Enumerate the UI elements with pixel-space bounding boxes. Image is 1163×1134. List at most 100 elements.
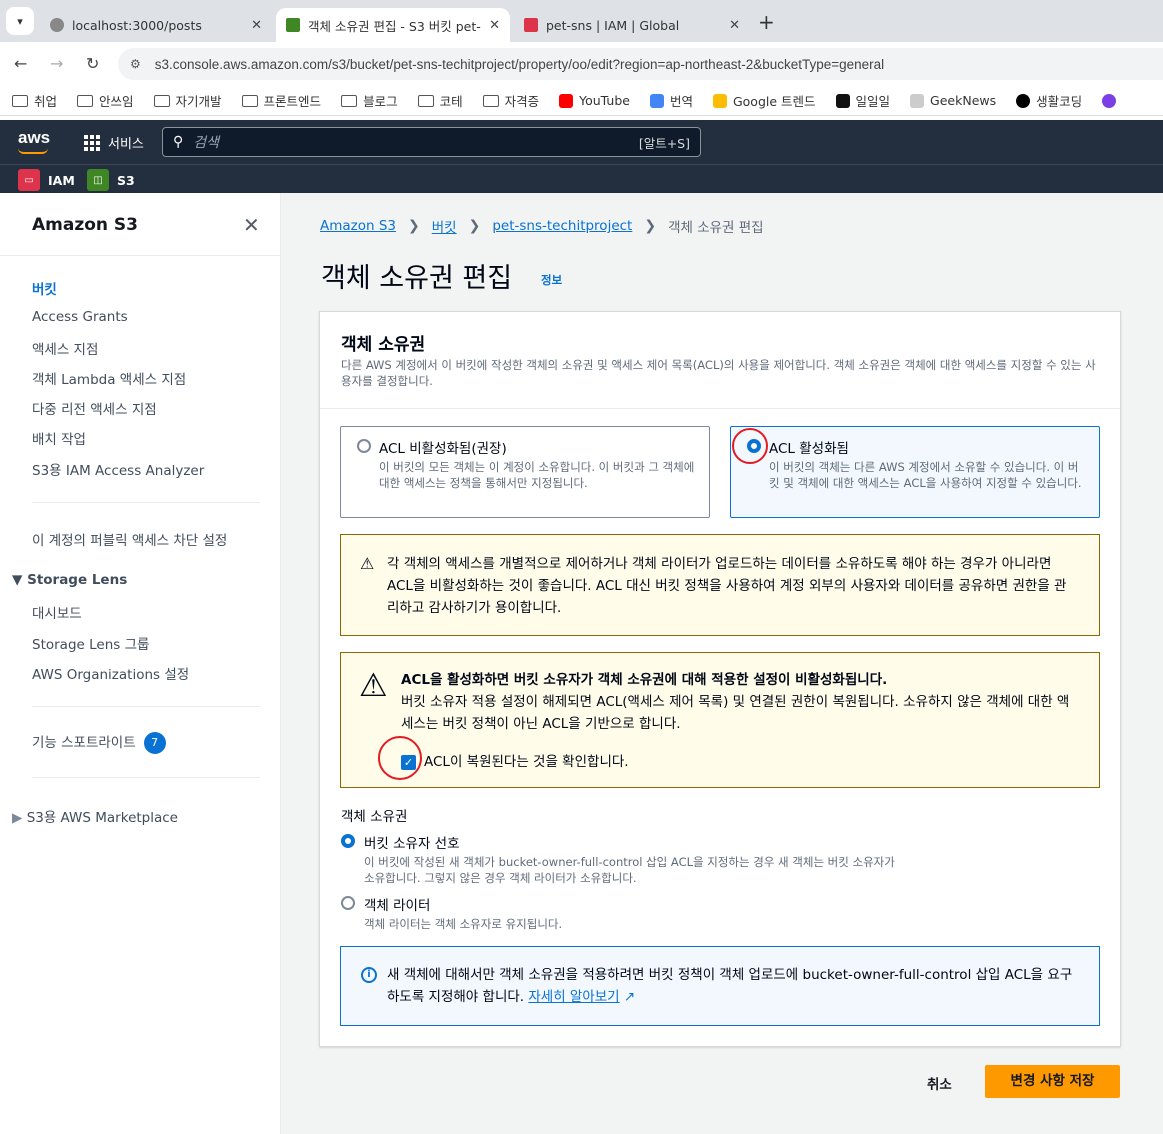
owner-preferred-radio[interactable] — [341, 834, 355, 848]
sidebar-item-access-grants[interactable]: Access Grants — [32, 309, 128, 325]
sidebar-title: Amazon S3 — [32, 215, 139, 235]
bookmark-folder[interactable]: 자격증 — [482, 91, 539, 110]
services-menu[interactable]: 서비스 — [84, 133, 144, 152]
tab-s3-edit[interactable]: 객체 소유권 편집 - S3 버킷 pet-sns-techitproject … — [276, 8, 510, 42]
bookmark-geeknews[interactable]: GeekNews — [910, 93, 996, 108]
sidebar-item-marketplace[interactable]: ▶ S3용 AWS Marketplace — [12, 806, 178, 826]
cancel-button[interactable]: 취소 — [927, 1073, 952, 1093]
page-title: 객체 소유권 편집 — [321, 263, 513, 294]
favorite-s3[interactable]: ◫ S3 — [87, 169, 135, 191]
aws-logo[interactable]: aws — [18, 128, 51, 154]
bookmark-youtube[interactable]: YouTube — [559, 93, 630, 108]
sidebar-item-lambda-access-points[interactable]: 객체 Lambda 액세스 지점 — [32, 368, 186, 388]
bookmark-trends[interactable]: Google 트렌드 — [712, 91, 816, 110]
main-content: Amazon S3 ❯ 버킷 ❯ pet-sns-techitproject ❯… — [281, 193, 1163, 1134]
divider — [32, 777, 260, 778]
sidebar-item-multi-region[interactable]: 다중 리전 액세스 지점 — [32, 398, 157, 418]
search-input[interactable]: ⚲ 검색 [알트+S] — [162, 127, 701, 157]
tab-search-icon[interactable]: ▾ — [6, 7, 34, 35]
bookmark-folder[interactable]: 안쓰임 — [77, 91, 134, 110]
sidebar-item-organizations[interactable]: AWS Organizations 설정 — [32, 663, 189, 683]
learn-more-link[interactable]: 자세히 알아보기 — [528, 989, 619, 1005]
bookmark-translate[interactable]: 번역 — [649, 91, 693, 110]
geeknews-icon — [910, 93, 925, 108]
bookmark-label: 자기개발 — [175, 94, 222, 109]
checkbox-label: ACL이 복원된다는 것을 확인합니다. — [424, 754, 629, 770]
sidebar-item-block-public[interactable]: 이 계정의 퍼블릭 액세스 차단 설정 — [32, 529, 227, 549]
folder-icon — [77, 94, 94, 107]
bookmark-folder[interactable]: 코테 — [417, 91, 463, 110]
opentutorials-icon — [1016, 93, 1031, 108]
iam-icon: ▭ — [18, 169, 40, 191]
grid-icon — [84, 134, 100, 151]
caret-right-icon: ▶ — [12, 810, 27, 826]
aws-logo-text: aws — [18, 128, 51, 147]
option-bucket-owner-preferred[interactable]: 버킷 소유자 선호 이 버킷에 작성된 새 객체가 bucket-owner-f… — [341, 832, 904, 886]
more-bookmark-icon — [1102, 93, 1117, 108]
back-icon[interactable]: ← — [14, 54, 27, 73]
favorites-bar: ▭ IAM ◫ S3 — [0, 164, 1163, 193]
breadcrumb-bucket[interactable]: pet-sns-techitproject — [492, 218, 632, 234]
tab-posts[interactable]: localhost:3000/posts ✕ — [40, 8, 272, 42]
sidebar-item-access-analyzer[interactable]: S3용 IAM Access Analyzer — [32, 459, 204, 479]
bookmark-ililil[interactable]: 일일일 — [835, 91, 890, 110]
sidebar-item-buckets[interactable]: 버킷 — [32, 278, 57, 298]
tab-title: 객체 소유권 편집 - S3 버킷 pet-sns-techitproject — [308, 18, 481, 34]
bookmark-folder[interactable]: 프론트엔드 — [241, 91, 321, 110]
tab-title: pet-sns | IAM | Global — [546, 17, 680, 33]
iam-icon — [524, 18, 538, 32]
sidebar-item-spotlight[interactable]: 기능 스포트라이트 7 — [32, 731, 166, 754]
bookmark-more[interactable] — [1102, 93, 1122, 108]
site-info-icon[interactable]: ⚙ — [130, 57, 141, 71]
acl-disabled-tile[interactable]: ACL 비활성화됨(권장) 이 버킷의 모든 객체는 이 계정이 소유합니다. … — [340, 426, 710, 518]
option-label: 객체 라이터 — [364, 898, 431, 914]
breadcrumb-s3[interactable]: Amazon S3 — [320, 218, 396, 234]
acl-enabled-tile[interactable]: ACL 활성화됨 이 버킷의 객체는 다른 AWS 계정에서 소유할 수 있습니… — [730, 426, 1100, 518]
bookmark-opentutorials[interactable]: 생활코딩 — [1016, 91, 1082, 110]
close-icon[interactable]: ✕ — [729, 18, 740, 33]
ownership-label: 객체 소유권 — [341, 809, 408, 825]
sidebar-item-batch[interactable]: 배치 작업 — [32, 428, 86, 448]
sidebar: Amazon S3 ✕ 버킷 Access Grants 액세스 지점 객체 L… — [0, 193, 281, 1134]
bookmark-folder[interactable]: 블로그 — [341, 91, 398, 110]
save-changes-button[interactable]: 변경 사항 저장 — [985, 1065, 1120, 1098]
sidebar-item-access-points[interactable]: 액세스 지점 — [32, 338, 98, 358]
close-icon[interactable]: ✕ — [243, 213, 260, 237]
url-field[interactable]: ⚙ s3.console.aws.amazon.com/s3/bucket/pe… — [118, 48, 1163, 80]
ililil-icon — [835, 93, 850, 108]
forward-icon[interactable]: → — [50, 54, 63, 73]
bookmark-folder[interactable]: 취업 — [12, 91, 57, 110]
close-icon[interactable]: ✕ — [251, 18, 262, 33]
address-bar: ← → ↻ ⚙ s3.console.aws.amazon.com/s3/buc… — [0, 42, 1163, 86]
reload-icon[interactable]: ↻ — [86, 54, 99, 73]
divider — [320, 408, 1120, 409]
bookmark-folder[interactable]: 자기개발 — [153, 91, 222, 110]
close-icon[interactable]: ✕ — [489, 18, 500, 33]
folder-icon — [341, 94, 358, 107]
browser-tabbar: ▾ localhost:3000/posts ✕ 객체 소유권 편집 - S3 … — [0, 0, 1163, 42]
breadcrumb-buckets[interactable]: 버킷 — [432, 216, 457, 236]
translate-icon — [649, 93, 664, 108]
sidebar-item-dashboards[interactable]: 대시보드 — [32, 602, 82, 622]
new-tab-button[interactable]: + — [758, 10, 775, 34]
acl-disabled-radio[interactable] — [357, 439, 371, 453]
acknowledge-checkbox[interactable]: ✓ ACL이 복원된다는 것을 확인합니다. — [401, 751, 629, 773]
warning-alert: ⚠ 각 객체의 액세스를 개별적으로 제어하거나 객체 라이터가 업로드하는 데… — [340, 534, 1100, 636]
option-object-writer[interactable]: 객체 라이터 객체 라이터는 객체 소유자로 유지됩니다. — [341, 894, 904, 932]
info-link[interactable]: 정보 — [541, 272, 562, 288]
sidebar-section-storage-lens[interactable]: ▼ Storage Lens — [12, 572, 127, 588]
favorite-iam[interactable]: ▭ IAM — [18, 169, 75, 191]
globe-icon — [50, 18, 64, 32]
bookmark-label: 코테 — [439, 94, 463, 109]
annotation-circle — [378, 736, 422, 780]
bookmark-label: 생활코딩 — [1036, 94, 1083, 109]
info-text: 새 객체에 대해서만 객체 소유권을 적용하려면 버킷 정책이 객체 업로드에 … — [387, 967, 1073, 1005]
tab-iam[interactable]: pet-sns | IAM | Global ✕ — [514, 8, 750, 42]
divider — [32, 706, 260, 707]
object-writer-radio[interactable] — [341, 896, 355, 910]
external-link-icon: ↗ — [619, 989, 636, 1005]
object-ownership-panel: 객체 소유권 다른 AWS 계정에서 이 버킷에 작성한 객체의 소유권 및 액… — [319, 311, 1121, 1047]
bookmark-label: 안쓰임 — [99, 94, 134, 109]
warning-body: 버킷 소유자 적용 설정이 해제되면 ACL(액세스 제어 목록) 및 연결된 … — [401, 694, 1070, 732]
sidebar-item-lens-groups[interactable]: Storage Lens 그룹 — [32, 633, 149, 653]
